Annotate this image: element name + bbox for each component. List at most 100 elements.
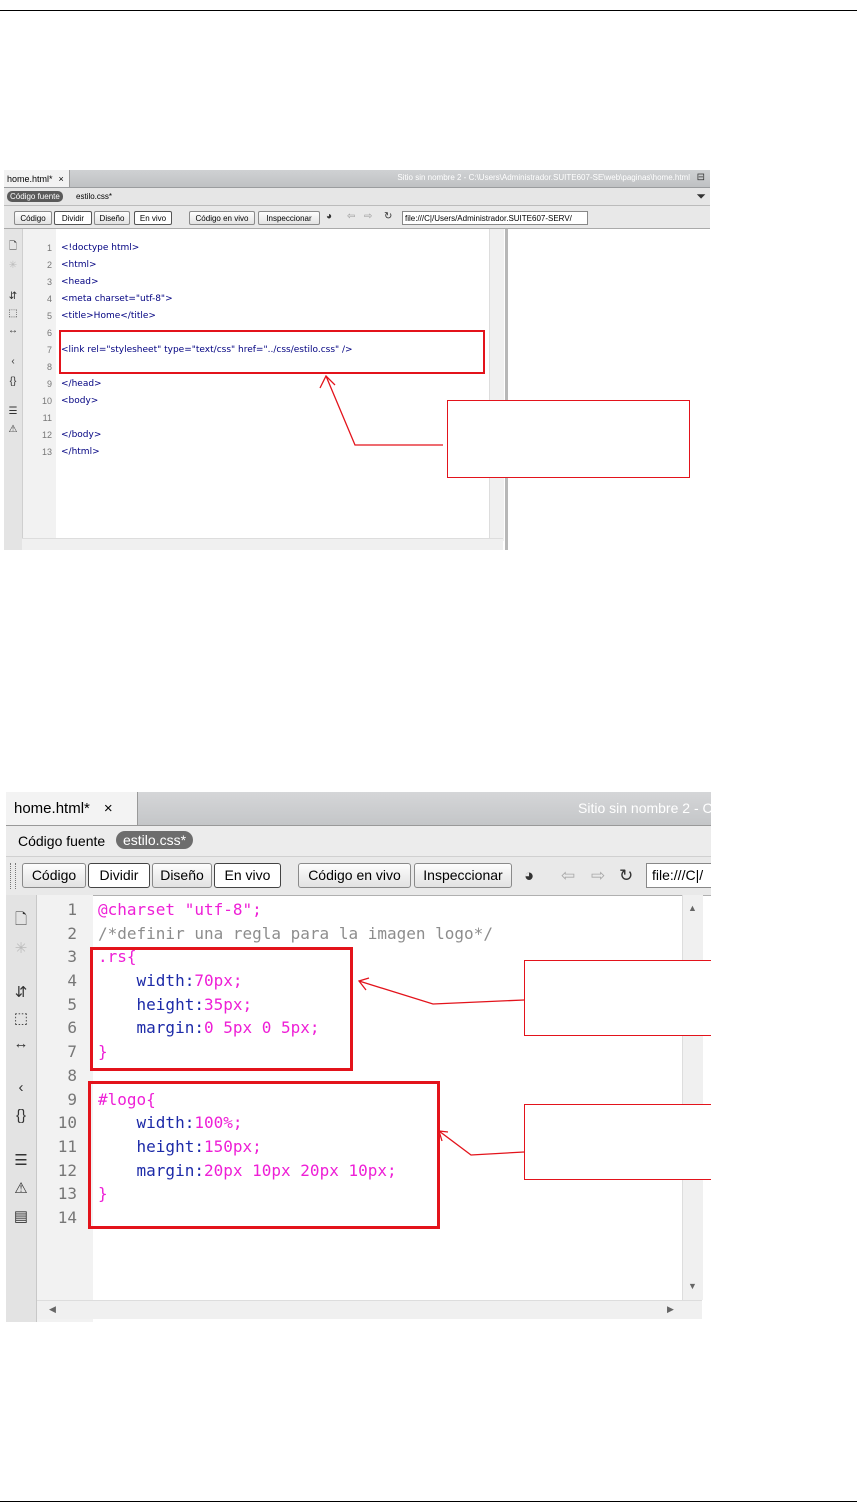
- live-code-button[interactable]: Código en vivo: [298, 863, 411, 888]
- line-number: 11: [57, 1136, 77, 1156]
- restore-icon[interactable]: ⊟: [697, 172, 705, 183]
- split-view-button[interactable]: Dividir: [88, 863, 150, 888]
- collapse-icon[interactable]: ⇵: [10, 983, 32, 1001]
- forward-arrow-icon[interactable]: ⇨: [591, 866, 605, 886]
- document-toolbar: Código Dividir Diseño En vivo Código en …: [6, 856, 711, 896]
- code-line: <title>Home</title>: [61, 311, 156, 321]
- address-field[interactable]: file:///C|/Users/Administrador.SUITE607-…: [402, 211, 588, 225]
- balance-braces-icon[interactable]: {}: [10, 1107, 32, 1124]
- line-number: 2: [46, 260, 52, 270]
- back-arrow-icon[interactable]: ⇦: [561, 866, 575, 886]
- highlight-box-link-line: [59, 330, 485, 374]
- code-view-screenshot-html: home.html* × Sitio sin nombre 2 - C:\Use…: [4, 170, 710, 550]
- filter-icon[interactable]: ⏷: [696, 189, 706, 204]
- document-tab[interactable]: home.html* ×: [4, 170, 70, 187]
- related-file-css[interactable]: estilo.css*: [116, 831, 194, 849]
- scroll-left-icon[interactable]: ◀: [49, 1304, 56, 1315]
- snippet-icon[interactable]: ✳: [6, 260, 20, 271]
- design-view-button[interactable]: Diseño: [94, 211, 130, 225]
- scroll-right-icon[interactable]: ▶: [667, 1304, 674, 1315]
- balance-braces-icon[interactable]: {}: [6, 376, 20, 387]
- line-number: 12: [41, 430, 52, 440]
- line-number: 1: [46, 243, 52, 253]
- document-tab[interactable]: home.html* ×: [6, 792, 138, 825]
- vertical-scrollbar[interactable]: [489, 229, 504, 541]
- code-line: <meta charset="utf-8">: [61, 294, 173, 304]
- line-number: 5: [46, 311, 52, 321]
- expand-icon[interactable]: ↔: [10, 1035, 32, 1052]
- line-number: 3: [67, 947, 77, 967]
- callout-box-logo: [524, 1104, 711, 1180]
- document-toolbar: Código Dividir Diseño En vivo Código en …: [4, 206, 710, 229]
- line-number: 8: [46, 362, 52, 372]
- line-number: 9: [67, 1089, 77, 1109]
- related-file-source[interactable]: Código fuente: [18, 833, 105, 849]
- css-at-rule: @charset: [98, 900, 176, 919]
- line-number: 3: [46, 277, 52, 287]
- code-line: <!doctype html>: [61, 243, 140, 253]
- globe-icon[interactable]: ◕: [326, 211, 332, 222]
- code-view-button[interactable]: Código: [14, 211, 52, 225]
- back-arrow-icon[interactable]: ⇦: [347, 211, 355, 222]
- line-number: 7: [46, 345, 52, 355]
- live-view-button[interactable]: En vivo: [214, 863, 281, 888]
- horizontal-scrollbar[interactable]: [22, 538, 503, 550]
- live-code-button[interactable]: Código en vivo: [189, 211, 255, 225]
- code-line: </html>: [61, 447, 100, 457]
- forward-arrow-icon[interactable]: ⇨: [364, 211, 372, 222]
- related-files-bar: Código fuente estilo.css*: [6, 826, 711, 856]
- line-number: 4: [46, 294, 52, 304]
- refresh-icon[interactable]: ↻: [619, 866, 633, 886]
- toolbar-grip[interactable]: [10, 863, 16, 889]
- new-file-icon[interactable]: 🗋: [10, 909, 32, 934]
- line-number: 7: [67, 1042, 77, 1062]
- line-numbers: 1 2 3 4 5 6 7 8 9 10 11 12 13: [22, 240, 52, 461]
- line-number: 9: [46, 379, 52, 389]
- select-parent-icon[interactable]: ‹: [6, 356, 20, 367]
- code-line: <body>: [61, 396, 99, 406]
- inspect-button[interactable]: Inspeccionar: [414, 863, 512, 888]
- live-view-button[interactable]: En vivo: [134, 211, 172, 225]
- line-numbers: 1 2 3 4 5 6 7 8 9 10 11 12 13 14: [37, 898, 77, 1230]
- related-file-source[interactable]: Código fuente: [7, 191, 63, 202]
- globe-icon[interactable]: ◕: [524, 866, 534, 886]
- code-comment: /*definir una regla para la imagen logo*…: [98, 923, 493, 943]
- line-number: 10: [41, 396, 52, 406]
- line-number: 6: [46, 328, 52, 338]
- split-view-button[interactable]: Dividir: [54, 211, 92, 225]
- close-icon[interactable]: ×: [59, 174, 64, 184]
- syntax-error-icon[interactable]: ⚠: [6, 424, 20, 435]
- close-icon[interactable]: ×: [104, 800, 113, 817]
- address-field[interactable]: file:///C|/: [646, 863, 711, 888]
- design-view-button[interactable]: Diseño: [152, 863, 212, 888]
- line-number: 11: [42, 413, 52, 423]
- code-line: </head>: [61, 379, 102, 389]
- scroll-down-icon[interactable]: ▼: [688, 1281, 697, 1291]
- line-numbers-icon[interactable]: ☰: [10, 1151, 32, 1169]
- horizontal-scrollbar[interactable]: ◀ ▶: [37, 1300, 702, 1319]
- select-parent-icon[interactable]: ‹: [10, 1079, 32, 1096]
- callout-box-rs: [524, 960, 711, 1036]
- code-line: @charset "utf-8";: [98, 898, 493, 922]
- scroll-up-icon[interactable]: ▲: [688, 903, 697, 913]
- snippet-icon[interactable]: ✳: [10, 939, 32, 957]
- collapse-selection-icon[interactable]: ⬚: [6, 308, 20, 319]
- syntax-error-icon[interactable]: ⚠: [10, 1179, 32, 1197]
- code-line: </body>: [61, 430, 102, 440]
- code-view-button[interactable]: Código: [22, 863, 86, 888]
- expand-icon[interactable]: ↔: [6, 325, 20, 336]
- inspect-button[interactable]: Inspeccionar: [258, 211, 320, 225]
- related-file-css[interactable]: estilo.css*: [76, 192, 112, 201]
- page-bottom-rule: [0, 1501, 857, 1502]
- line-numbers-icon[interactable]: ☰: [6, 406, 20, 417]
- line-number: 13: [41, 447, 52, 457]
- line-number: 10: [57, 1113, 77, 1133]
- collapse-selection-icon[interactable]: ⬚: [10, 1009, 32, 1027]
- code-line: <html>: [61, 260, 97, 270]
- design-view-pane[interactable]: [508, 229, 710, 550]
- vertical-scrollbar[interactable]: ▲ ▼: [682, 895, 703, 1300]
- new-file-icon[interactable]: 🗋: [6, 239, 20, 256]
- refresh-icon[interactable]: ↻: [384, 211, 392, 222]
- comment-icon[interactable]: ▤: [10, 1207, 32, 1225]
- collapse-icon[interactable]: ⇵: [6, 291, 20, 302]
